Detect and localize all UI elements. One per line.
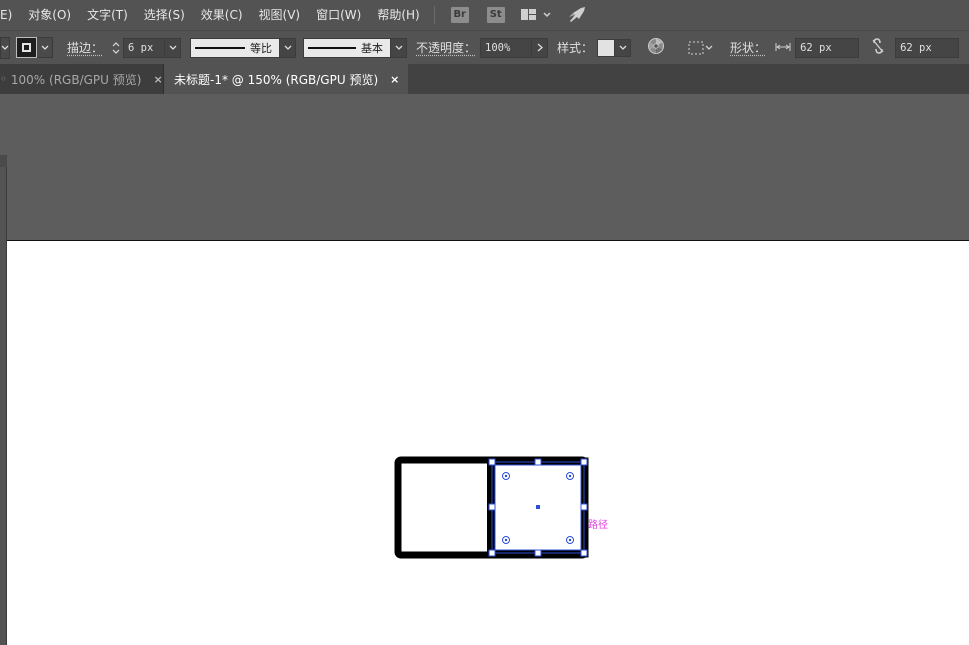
- handle-bottom-left: [488, 549, 496, 557]
- artwork-layer: [394, 456, 589, 559]
- handle-top-left: [488, 458, 496, 466]
- handle-bottom-right: [580, 549, 588, 557]
- handle-top-right: [580, 458, 588, 466]
- smart-guide-label: 路径: [588, 520, 608, 531]
- handle-top-center: [534, 458, 542, 466]
- handle-bottom-center: [534, 549, 542, 557]
- handle-middle-right: [580, 503, 588, 511]
- handle-middle-left: [488, 503, 496, 511]
- center-point-icon: [536, 505, 540, 509]
